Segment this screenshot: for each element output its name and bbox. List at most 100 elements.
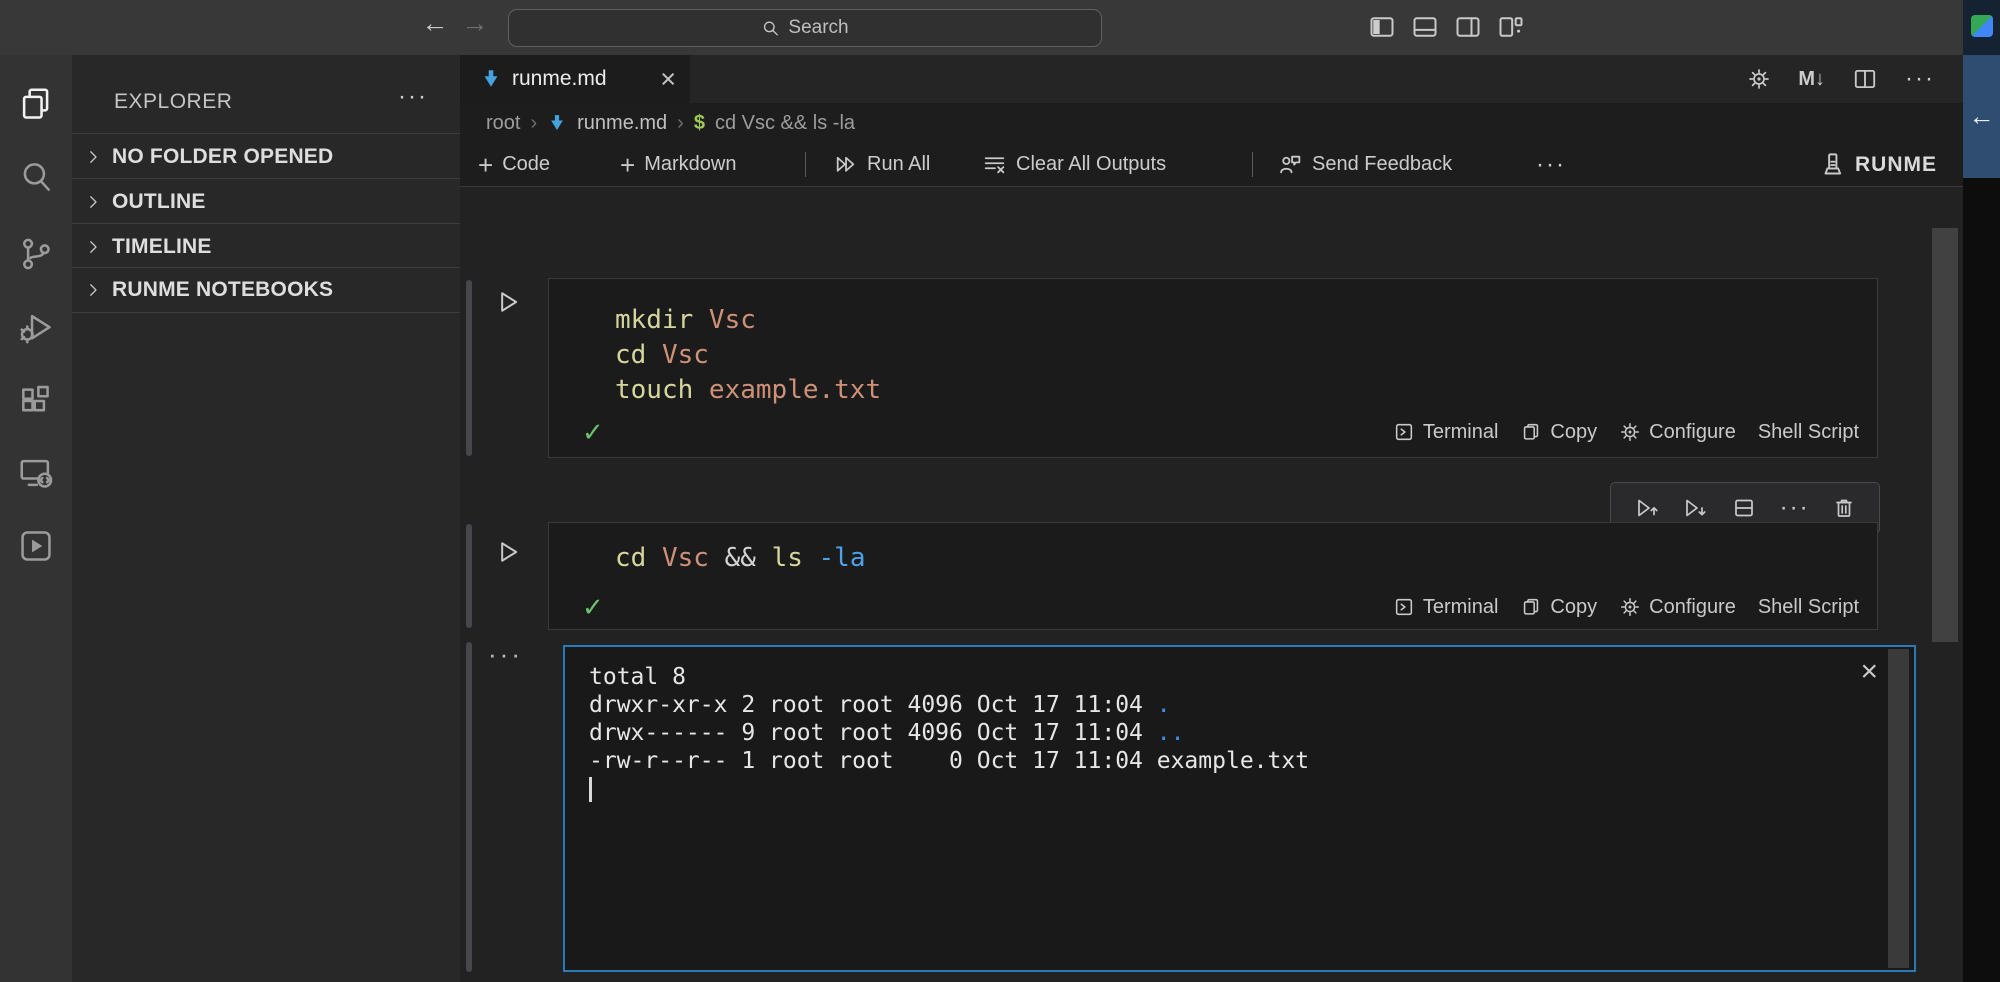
breadcrumb-separator: › (677, 112, 684, 135)
play-icon (494, 538, 522, 566)
sidebar-section-no-folder-opened[interactable]: NO FOLDER OPENED (72, 133, 460, 179)
send-feedback-icon (1278, 152, 1303, 177)
toggle-secondary-sidebar-icon[interactable] (1454, 13, 1482, 41)
send-feedback-button[interactable]: Send Feedback (1278, 143, 1452, 186)
editor-tab-bar: runme.md × M↓ ··· (460, 55, 1963, 103)
output-focus-indicator[interactable] (466, 642, 472, 972)
configure-cell-button[interactable]: Configure (1619, 421, 1736, 444)
output-menu-icon[interactable]: ··· (488, 639, 523, 670)
run-cell-button[interactable] (494, 538, 522, 566)
breadcrumb-root[interactable]: root (486, 112, 520, 135)
vscode-window: ← → Search (0, 0, 2000, 982)
plus-icon: + (620, 152, 635, 178)
toggle-primary-sidebar-icon[interactable] (1368, 13, 1396, 41)
run-all-icon (833, 152, 858, 177)
cell-focus-indicator[interactable] (466, 524, 472, 628)
run-all-button[interactable]: Run All (833, 143, 930, 186)
breadcrumb-cell-command[interactable]: cd Vsc && ls -la (715, 112, 855, 135)
clear-all-outputs-button[interactable]: Clear All Outputs (982, 143, 1166, 186)
output-line: drwx------ 9 root root 4096 Oct 17 11:04… (589, 719, 1914, 747)
external-window-toolbar: ← (1963, 55, 2000, 178)
toolbar-separator (1252, 152, 1253, 177)
runme-file-icon (480, 68, 502, 90)
history-forward-button[interactable]: → (458, 8, 492, 39)
cell-language-label[interactable]: Shell Script (1758, 421, 1859, 444)
add-markdown-cell-button[interactable]: + Markdown (620, 143, 736, 186)
add-code-cell-button[interactable]: + Code (478, 143, 550, 186)
cell-status-bar: ✓ Terminal Copy Configure S (579, 587, 1859, 627)
runme-notebooks-icon[interactable] (17, 527, 55, 565)
sidebar-section-outline[interactable]: OUTLINE (72, 178, 460, 224)
external-window-edge: ← (1963, 0, 2000, 982)
toolbar-more-actions-icon[interactable]: ··· (1536, 143, 1566, 186)
explorer-sidebar: EXPLORER ··· NO FOLDER OPENED OUTLINE TI… (72, 55, 460, 982)
copy-cell-button[interactable]: Copy (1520, 421, 1597, 444)
remote-explorer-icon[interactable] (17, 454, 55, 492)
cell-status-bar: ✓ Terminal Copy Configure S (579, 412, 1859, 452)
sidebar-section-timeline[interactable]: TIMELINE (72, 223, 460, 269)
history-back-button[interactable]: ← (418, 8, 452, 39)
gear-icon (1619, 421, 1641, 443)
open-terminal-button[interactable]: Terminal (1393, 421, 1499, 444)
runme-brand-button[interactable]: RUNME (1819, 143, 1937, 186)
output-line: drwxr-xr-x 2 root root 4096 Oct 17 11:04… (589, 691, 1914, 719)
toolbar-separator (805, 152, 806, 177)
source-control-icon[interactable] (17, 235, 55, 273)
sidebar-title: EXPLORER (114, 90, 232, 114)
tab-runme-md[interactable]: runme.md × (460, 55, 690, 103)
external-window-tab-strip (1963, 0, 2000, 55)
configure-cell-button[interactable]: Configure (1619, 596, 1736, 619)
copy-icon (1520, 596, 1542, 618)
output-scrollbar[interactable] (1888, 649, 1909, 968)
breadcrumb-shell-prompt: $ (694, 112, 705, 135)
execute-below-icon[interactable] (1682, 496, 1708, 520)
output-line: total 8 (589, 663, 1914, 691)
delete-cell-icon[interactable] (1832, 496, 1856, 520)
notebook-toolbar: + Code + Markdown Run All Clear All Outp… (460, 143, 1963, 187)
terminal-output[interactable]: total 8 drwxr-xr-x 2 root root 4096 Oct … (563, 645, 1916, 972)
cell-language-label[interactable]: Shell Script (1758, 596, 1859, 619)
play-icon (494, 288, 522, 316)
sidebar-more-actions[interactable]: ··· (398, 83, 428, 111)
extensions-icon[interactable] (17, 382, 55, 420)
notebook-settings-gear-icon[interactable] (1747, 67, 1771, 91)
runme-file-icon (547, 113, 567, 133)
run-cell-button[interactable] (494, 288, 522, 316)
terminal-icon (1393, 596, 1415, 618)
code-line[interactable]: cd Vsc (615, 338, 1877, 373)
toggle-panel-icon[interactable] (1411, 13, 1439, 41)
run-and-debug-icon[interactable] (17, 309, 55, 347)
cell-more-actions-icon[interactable]: ··· (1780, 496, 1810, 520)
chevron-right-icon (84, 193, 102, 211)
plus-icon: + (478, 152, 493, 178)
execute-above-icon[interactable] (1634, 496, 1660, 520)
split-editor-icon[interactable] (1852, 66, 1878, 92)
close-output-icon[interactable]: × (1860, 657, 1878, 687)
split-cell-icon[interactable] (1731, 496, 1757, 520)
markdown-preview-icon[interactable]: M↓ (1798, 68, 1825, 91)
external-back-icon[interactable]: ← (1969, 101, 1995, 132)
output-line: -rw-r--r-- 1 root root 0 Oct 17 11:04 ex… (589, 747, 1914, 775)
code-cell[interactable]: cd Vsc && ls -la ✓ Terminal Copy Config (548, 522, 1878, 630)
chevron-right-icon (84, 148, 102, 166)
cell-focus-indicator[interactable] (466, 280, 472, 456)
breadcrumb: root › runme.md › $ cd Vsc && ls -la (460, 103, 1963, 143)
code-cell[interactable]: mkdir Vsc cd Vsc touch example.txt ✓ Ter… (548, 278, 1878, 458)
open-terminal-button[interactable]: Terminal (1393, 596, 1499, 619)
activity-bar (0, 55, 72, 982)
editor-more-actions-icon[interactable]: ··· (1905, 67, 1935, 91)
search-view-icon[interactable] (17, 158, 55, 196)
code-line[interactable]: mkdir Vsc (615, 303, 1877, 338)
tab-close-icon[interactable]: × (660, 66, 676, 93)
code-line[interactable]: touch example.txt (615, 373, 1877, 408)
clear-all-outputs-icon (982, 152, 1007, 177)
explorer-icon[interactable] (17, 85, 55, 123)
editor-scrollbar-thumb[interactable] (1932, 228, 1958, 642)
sidebar-section-runme-notebooks[interactable]: RUNME NOTEBOOKS (72, 267, 460, 313)
command-center-search[interactable]: Search (508, 9, 1102, 47)
customize-layout-icon[interactable] (1497, 13, 1525, 41)
code-line[interactable]: cd Vsc && ls -la (615, 541, 1877, 576)
breadcrumb-file[interactable]: runme.md (577, 112, 667, 135)
gear-icon (1619, 596, 1641, 618)
copy-cell-button[interactable]: Copy (1520, 596, 1597, 619)
